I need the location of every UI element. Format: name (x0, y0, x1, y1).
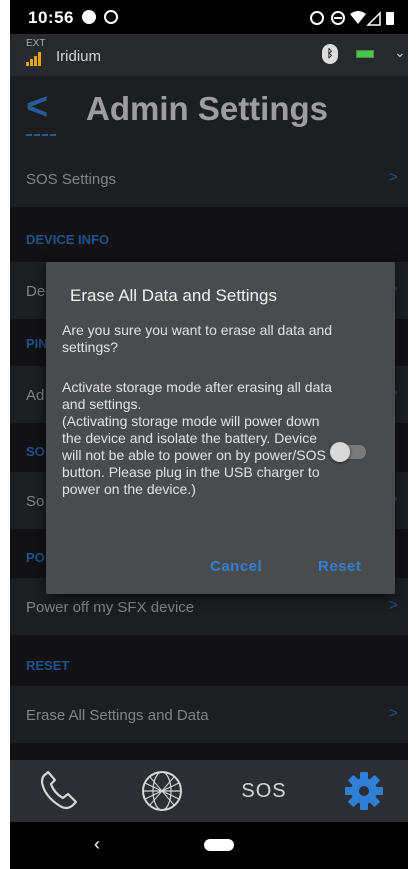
app-screen: 10:56 EXT Iridium ᛒ ⌄ < Admin Settings S… (10, 0, 408, 869)
storage-mode-note: (Activating storage mode will power down… (62, 413, 326, 497)
network-name: Iridium (56, 48, 102, 65)
device-battery-icon (356, 50, 374, 58)
storage-mode-toggle[interactable] (330, 442, 366, 462)
bluetooth-icon: ᛒ (322, 44, 338, 64)
status-icons (310, 11, 394, 26)
dialog-question: Are you sure you want to erase all data … (62, 322, 333, 355)
tab-phone[interactable] (32, 768, 92, 814)
globe-icon (142, 771, 182, 811)
erase-confirm-dialog: Erase All Data and Settings Are you sure… (46, 262, 395, 594)
phone-icon (40, 770, 78, 810)
cancel-button[interactable]: Cancel (210, 558, 262, 575)
tab-sos[interactable]: SOS (234, 768, 294, 814)
chevron-down-icon[interactable]: ⌄ (394, 44, 406, 61)
device-bar[interactable]: EXT Iridium ᛒ ⌄ (10, 34, 408, 76)
tab-globe[interactable] (132, 768, 192, 814)
signal-strength-icon (26, 52, 44, 66)
system-nav-bar: ‹ (10, 822, 408, 869)
status-time: 10:56 (28, 8, 74, 27)
toggle-knob (330, 442, 350, 462)
bottom-tab-bar: SOS (10, 760, 408, 822)
reset-button[interactable]: Reset (318, 558, 361, 575)
storage-mode-text: Activate storage mode after erasing all … (62, 379, 333, 412)
nav-back-button[interactable]: ‹ (94, 834, 100, 855)
gear-icon (345, 772, 383, 810)
status-bar: 10:56 (10, 0, 408, 34)
wifi-icon (350, 11, 366, 24)
storage-mode-description: Activate storage mode after erasing all … (62, 379, 338, 498)
dialog-title: Erase All Data and Settings (70, 286, 277, 305)
ext-label: EXT (26, 38, 46, 49)
whatsapp-icon (104, 10, 118, 24)
alarm-icon (310, 11, 324, 25)
battery-icon (386, 12, 394, 25)
nav-home-button[interactable] (204, 839, 234, 851)
signal-icon (366, 11, 381, 26)
notification-dot-icon (82, 10, 96, 24)
tab-settings[interactable] (334, 768, 394, 814)
